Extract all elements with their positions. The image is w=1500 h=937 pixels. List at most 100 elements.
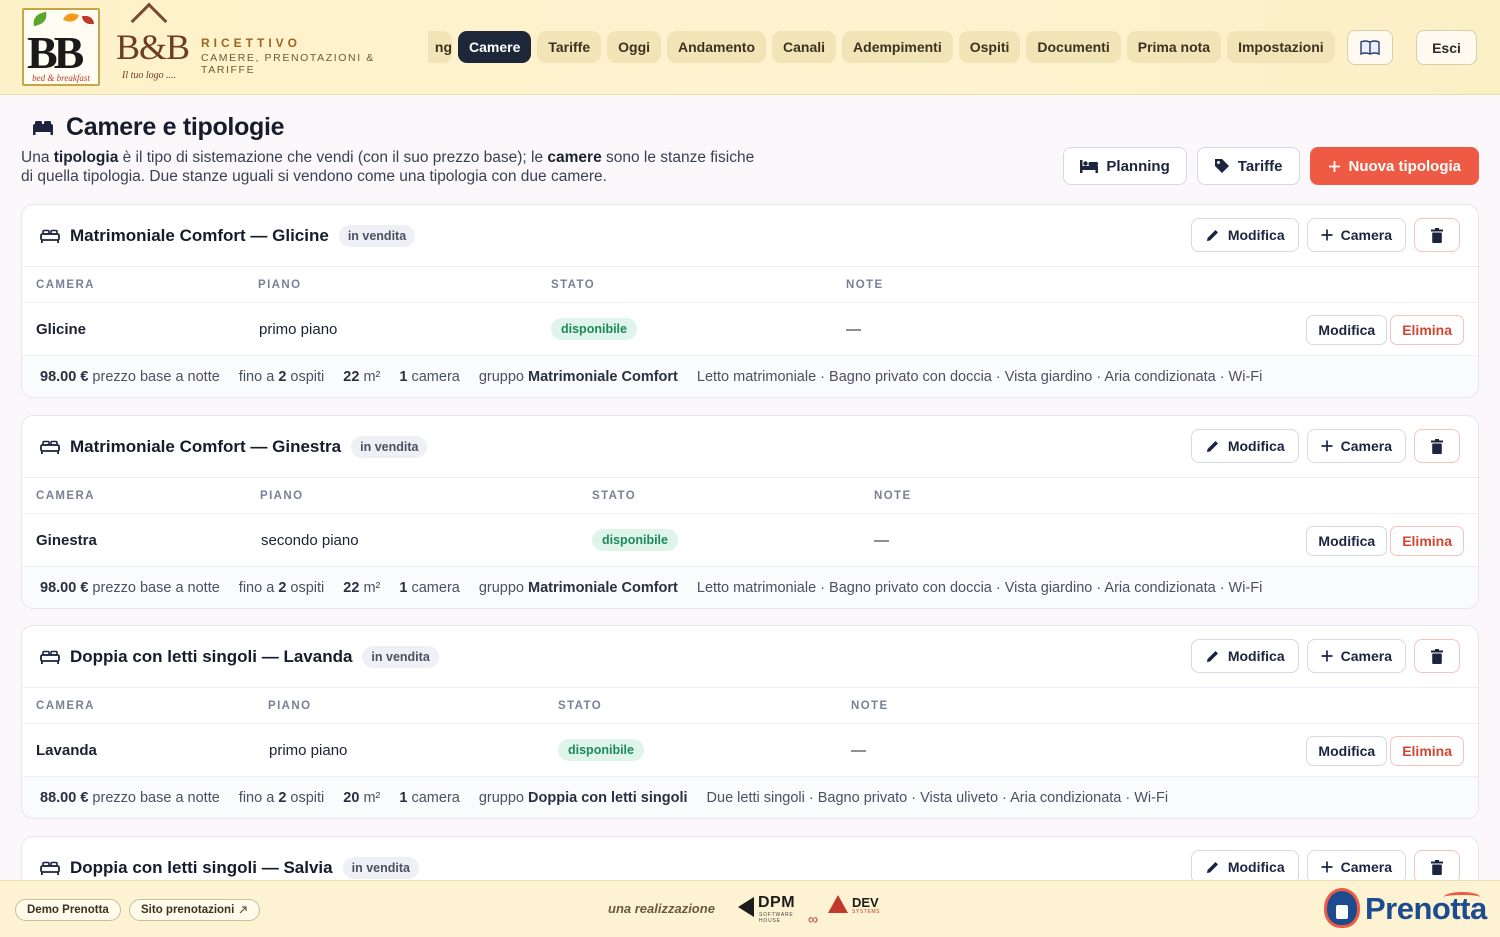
type-summary: 98.00 € prezzo base a notte fino a 2 osp… [22, 567, 1478, 608]
add-room-button[interactable]: Camera [1306, 429, 1406, 463]
col-camera: CAMERA [36, 699, 95, 712]
table-header: CAMERA PIANO STATO NOTE [22, 267, 1478, 303]
planning-button[interactable]: Planning [1063, 147, 1187, 185]
edit-room-button[interactable]: Modifica [1306, 315, 1388, 345]
size-info: 22 m² [343, 369, 381, 385]
tab-documenti[interactable]: Documenti [1026, 31, 1121, 63]
card-title: Matrimoniale Comfort — Glicine [70, 225, 329, 245]
tab-camere[interactable]: Camere [458, 31, 532, 63]
guide-button[interactable] [1347, 30, 1393, 65]
guests-info: fino a 2 ospiti [238, 790, 325, 806]
size-info: 22 m² [343, 580, 381, 596]
table-row: Ginestra secondo piano disponibile — Mod… [22, 514, 1478, 567]
features-info: Letto matrimoniale · Bagno privato con d… [696, 369, 1263, 385]
col-piano: PIANO [260, 489, 304, 502]
dev-logo: DEV SYSTEMS [828, 893, 888, 923]
card-title: Doppia con letti singoli — Lavanda [70, 646, 353, 666]
edit-type-button[interactable]: Modifica [1190, 639, 1299, 673]
planning-button-label: Planning [1106, 157, 1170, 175]
tab-andamento[interactable]: Andamento [667, 31, 767, 63]
demo-link[interactable]: Demo Prenotta [15, 899, 121, 921]
edit-room-button[interactable]: Modifica [1306, 736, 1388, 766]
edit-type-button[interactable]: Modifica [1190, 218, 1299, 252]
on-sale-badge: in vendita [362, 645, 439, 668]
col-stato: STATO [592, 489, 637, 502]
card-title: Doppia con letti singoli — Salvia [70, 858, 333, 877]
bed-icon [40, 650, 60, 664]
edit-type-label: Modifica [1227, 438, 1285, 454]
dev-logo-text: DEV [852, 895, 879, 910]
add-room-button[interactable]: Camera [1306, 218, 1406, 252]
trash-icon [1431, 438, 1443, 454]
tab-adempimenti[interactable]: Adempimenti [842, 31, 953, 63]
group-info: gruppo Matrimoniale Comfort [478, 369, 678, 385]
new-type-button[interactable]: Nuova tipologia [1309, 147, 1479, 185]
status-badge: disponibile [558, 739, 644, 761]
page-title-block: Camere e tipologie [32, 113, 285, 142]
logout-button[interactable]: Esci [1416, 30, 1477, 65]
add-room-label: Camera [1340, 438, 1392, 454]
page-title: Camere e tipologie [66, 113, 285, 141]
table-header: CAMERA PIANO STATO NOTE [22, 478, 1478, 514]
col-note: NOTE [846, 278, 884, 291]
custom-logo: B&B Il tuo logo .... [112, 2, 190, 86]
edit-type-button[interactable]: Modifica [1190, 429, 1299, 463]
group-info: gruppo Matrimoniale Comfort [478, 580, 678, 596]
delete-room-button[interactable]: Elimina [1390, 526, 1464, 556]
tab-planning[interactable]: ng [428, 31, 452, 63]
dpm-logo-text: DPM [758, 894, 796, 911]
price-info: 88.00 € prezzo base a notte [40, 790, 220, 806]
room-floor: secondo piano [261, 531, 359, 549]
app-footer: Demo Prenotta Sito prenotazioni una real… [0, 880, 1500, 937]
add-room-label: Camera [1340, 859, 1392, 875]
tariffe-button[interactable]: Tariffe [1196, 147, 1300, 185]
col-camera: CAMERA [36, 278, 95, 291]
tab-ospiti[interactable]: Ospiti [958, 31, 1021, 63]
edit-type-button[interactable]: Modifica [1190, 850, 1299, 884]
delete-type-button[interactable] [1414, 429, 1460, 463]
book-icon [1360, 39, 1380, 55]
room-type-card: Matrimoniale Comfort — Glicine in vendit… [21, 204, 1479, 398]
col-note: NOTE [874, 489, 912, 502]
card-actions: Modifica Camera [1190, 850, 1460, 884]
edit-type-label: Modifica [1227, 227, 1285, 243]
tab-oggi[interactable]: Oggi [607, 31, 662, 63]
card-header: Matrimoniale Comfort — Glicine in vendit… [22, 205, 1478, 267]
features-info: Letto matrimoniale · Bagno privato con d… [696, 580, 1263, 596]
room-floor: primo piano [259, 320, 338, 338]
delete-type-button[interactable] [1414, 639, 1460, 673]
room-type-card: Matrimoniale Comfort — Ginestra in vendi… [21, 415, 1479, 609]
add-room-button[interactable]: Camera [1306, 850, 1406, 884]
delete-type-button[interactable] [1414, 850, 1460, 884]
delete-room-button[interactable]: Elimina [1390, 736, 1464, 766]
rooms-info: 1 camera [399, 369, 460, 385]
tag-icon [1214, 159, 1229, 173]
pencil-icon [1206, 440, 1218, 452]
row-actions: Modifica Elimina [1306, 526, 1464, 556]
features-info: Due letti singoli · Bagno privato · Vist… [706, 790, 1169, 806]
tab-canali[interactable]: Canali [772, 31, 837, 63]
on-sale-badge: in vendita [351, 435, 428, 458]
dpm-logo: DPM SOFTWARE HOUSE [738, 893, 808, 924]
tab-tariffe[interactable]: Tariffe [537, 31, 602, 63]
col-piano: PIANO [268, 699, 312, 712]
bb-logo: BB bed & breakfast [22, 8, 100, 86]
tab-impostazioni[interactable]: Impostazioni [1227, 31, 1335, 63]
booking-site-link[interactable]: Sito prenotazioni [129, 899, 261, 921]
plus-icon [1321, 861, 1333, 873]
delete-room-button[interactable]: Elimina [1390, 315, 1464, 345]
prenotta-logo: Prenotta [1322, 884, 1492, 934]
room-note: — [874, 531, 889, 549]
type-summary: 88.00 € prezzo base a notte fino a 2 osp… [22, 777, 1478, 818]
add-room-button[interactable]: Camera [1306, 639, 1406, 673]
add-room-label: Camera [1340, 227, 1392, 243]
delete-type-button[interactable] [1414, 218, 1460, 252]
room-name: Lavanda [36, 741, 97, 759]
tab-prima-nota[interactable]: Prima nota [1126, 31, 1222, 63]
bb-logo-caption: bed & breakfast [32, 73, 90, 83]
card-actions: Modifica Camera [1190, 639, 1460, 673]
bed-icon [33, 120, 53, 135]
edit-room-button[interactable]: Modifica [1306, 526, 1388, 556]
bed-icon [1080, 159, 1099, 173]
card-title: Matrimoniale Comfort — Ginestra [70, 436, 342, 456]
